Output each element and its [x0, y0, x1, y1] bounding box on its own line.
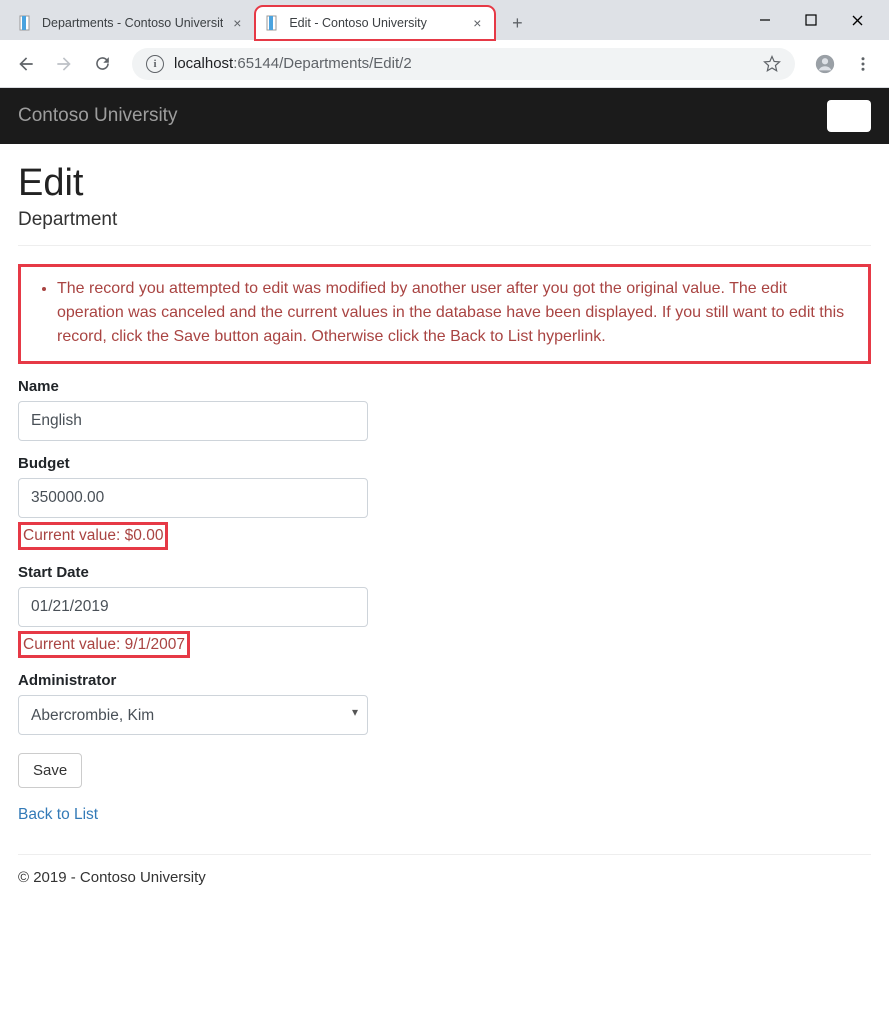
form-group-startdate: Start Date Current value: 9/1/2007 [18, 564, 871, 659]
bookmark-icon[interactable] [763, 55, 781, 73]
url-port: :65144 [233, 55, 279, 72]
startdate-validation: Current value: 9/1/2007 [18, 631, 190, 659]
footer-text: © 2019 - Contoso University [18, 869, 871, 886]
footer-divider [18, 854, 871, 855]
back-button[interactable] [10, 48, 42, 80]
site-info-icon[interactable]: i [146, 55, 164, 73]
name-input[interactable] [18, 401, 368, 441]
url-path: /Departments/Edit/2 [279, 55, 412, 72]
url-host: localhost [174, 55, 233, 72]
hamburger-button[interactable] [827, 100, 871, 132]
validation-summary: The record you attempted to edit was mod… [18, 264, 871, 364]
administrator-label: Administrator [18, 672, 871, 689]
browser-chrome: Departments - Contoso Universit × Edit -… [0, 0, 889, 88]
tab-title: Edit - Contoso University [289, 16, 463, 30]
validation-message: The record you attempted to edit was mod… [57, 277, 854, 349]
reload-button[interactable] [86, 48, 118, 80]
tab-title: Departments - Contoso Universit [42, 16, 223, 30]
page-title: Edit [18, 162, 871, 205]
name-label: Name [18, 378, 871, 395]
close-icon[interactable]: × [229, 15, 245, 31]
divider [18, 245, 871, 246]
forward-button[interactable] [48, 48, 80, 80]
form-group-administrator: Administrator Abercrombie, Kim [18, 672, 871, 735]
tab-edit[interactable]: Edit - Contoso University × [255, 6, 495, 40]
address-bar[interactable]: i localhost:65144/Departments/Edit/2 [132, 48, 795, 80]
budget-input[interactable] [18, 478, 368, 518]
save-button[interactable]: Save [18, 753, 82, 788]
brand-title[interactable]: Contoso University [18, 105, 177, 127]
budget-validation: Current value: $0.00 [18, 522, 168, 550]
administrator-select[interactable]: Abercrombie, Kim [18, 695, 368, 735]
startdate-label: Start Date [18, 564, 871, 581]
maximize-icon[interactable] [797, 6, 825, 34]
address-bar-row: i localhost:65144/Departments/Edit/2 [0, 40, 889, 88]
favicon-icon [265, 15, 281, 31]
page-subtitle: Department [18, 209, 871, 231]
close-icon[interactable]: × [469, 15, 485, 31]
form-group-budget: Budget Current value: $0.00 [18, 455, 871, 550]
minimize-icon[interactable] [751, 6, 779, 34]
budget-label: Budget [18, 455, 871, 472]
menu-icon[interactable] [847, 48, 879, 80]
tab-departments[interactable]: Departments - Contoso Universit × [8, 6, 255, 40]
window-controls [751, 0, 883, 40]
url-display: localhost:65144/Departments/Edit/2 [174, 55, 412, 72]
startdate-input[interactable] [18, 587, 368, 627]
new-tab-button[interactable]: + [503, 9, 531, 37]
close-window-icon[interactable] [843, 6, 871, 34]
profile-icon[interactable] [809, 48, 841, 80]
app-navbar: Contoso University [0, 88, 889, 144]
back-to-list-link[interactable]: Back to List [18, 806, 98, 824]
page-content: Edit Department The record you attempted… [0, 144, 889, 910]
tab-bar: Departments - Contoso Universit × Edit -… [0, 0, 889, 40]
form-group-name: Name [18, 378, 871, 441]
favicon-icon [18, 15, 34, 31]
